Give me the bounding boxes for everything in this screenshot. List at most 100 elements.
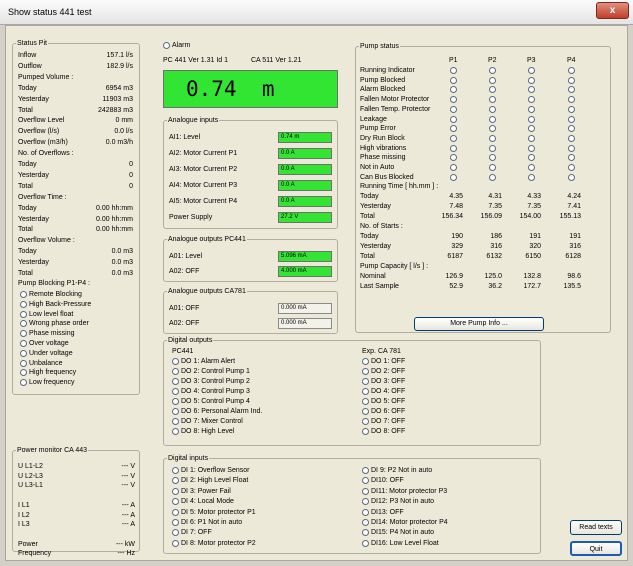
blocking-radio[interactable]: High Back-Pressure [20, 300, 91, 309]
digital-input[interactable]: DI10: OFF [362, 476, 404, 485]
ca-version: CA 511 Ver 1.21 [251, 57, 302, 64]
digital-output-pc[interactable]: DO 4: Control Pump 3 [172, 387, 250, 396]
blocking-radio[interactable]: Wrong phase order [20, 319, 89, 328]
digital-output-ca[interactable]: DO 4: OFF [362, 387, 405, 396]
pump-indicator-radio[interactable] [450, 105, 457, 113]
pump-column-header: P2 [488, 57, 497, 64]
blocking-radio[interactable]: Low level float [20, 310, 73, 319]
digital-input-label: DI12: P3 Not in auto [371, 498, 435, 506]
pump-indicator-radio[interactable] [568, 67, 575, 74]
pump-indicator-radio[interactable] [450, 76, 457, 84]
digital-output-pc[interactable]: DO 2: Control Pump 1 [172, 367, 250, 376]
digital-output-ca[interactable]: DO 7: OFF [362, 417, 405, 426]
digital-output-pc[interactable]: DO 5: Control Pump 4 [172, 397, 250, 406]
pump-indicator-radio[interactable] [489, 76, 496, 84]
pit-row-label: Total [18, 226, 33, 234]
pump-indicator-radio[interactable] [489, 164, 496, 171]
digital-input[interactable]: DI 3: Power Fail [172, 487, 231, 496]
pump-indicator-radio[interactable] [489, 105, 496, 113]
pit-row-label: Yesterday [18, 95, 49, 103]
pump-indicator-radio[interactable] [450, 144, 457, 152]
pump-stat-value: 172.7 [523, 283, 541, 290]
pump-indicator-radio[interactable] [450, 173, 457, 181]
pump-indicator-radio[interactable] [528, 164, 535, 171]
pump-indicator-radio[interactable] [489, 144, 496, 152]
pump-indicator-radio[interactable] [528, 76, 535, 84]
digital-output-pc[interactable]: DO 7: Mixer Control [172, 417, 243, 426]
digital-output-ca[interactable]: DO 6: OFF [362, 407, 405, 416]
digital-input[interactable]: DI 1: Overflow Sensor [172, 466, 249, 475]
digital-output-pc[interactable]: DO 3: Control Pump 2 [172, 377, 250, 386]
alarm-radio[interactable]: Alarm [163, 41, 190, 50]
blocking-radio[interactable]: Phase missing [20, 329, 75, 338]
digital-input[interactable]: DI11: Motor protector P3 [362, 487, 447, 496]
digital-input[interactable]: DI 4: Local Mode [172, 497, 234, 506]
quit-button[interactable]: Quit [570, 541, 622, 556]
digital-input[interactable]: DI 2: High Level Float [172, 476, 248, 485]
digital-output-ca[interactable]: DO 1: OFF [362, 357, 405, 366]
pump-indicator-radio[interactable] [528, 144, 535, 152]
pump-stat-label: Yesterday [360, 203, 391, 210]
pump-indicator-radio[interactable] [568, 144, 575, 152]
pump-indicator-radio[interactable] [568, 76, 575, 84]
pump-indicator-radio[interactable] [528, 67, 535, 74]
digital-output-pc[interactable]: DO 8: High Level [172, 427, 234, 436]
pump-indicator-radio[interactable] [450, 115, 457, 123]
read-texts-button[interactable]: Read texts [570, 520, 622, 535]
digital-output-ca[interactable]: DO 8: OFF [362, 427, 405, 436]
digital-input[interactable]: DI13: OFF [362, 508, 404, 517]
pump-stat-value: 156.34 [441, 213, 463, 220]
digital-input[interactable]: DI 5: Motor protector P1 [172, 508, 256, 517]
digital-input[interactable]: DI 8: Motor protector P2 [172, 539, 256, 548]
pump-column-header: P1 [449, 57, 458, 64]
pump-indicator-radio[interactable] [528, 105, 535, 113]
pump-indicator-radio[interactable] [450, 134, 457, 142]
blocking-radio[interactable]: Remote Blocking [20, 290, 82, 299]
pump-indicator-radio[interactable] [528, 134, 535, 142]
blocking-radio[interactable]: Low frequency [20, 378, 75, 387]
analogue-input-value: 27.2 V [278, 212, 332, 223]
digital-output-pc[interactable]: DO 1: Alarm Alert [172, 357, 235, 366]
pump-indicator-radio[interactable] [528, 115, 535, 123]
blocking-radio[interactable]: Under voltage [20, 349, 73, 358]
power-row-value: --- Hz [117, 550, 136, 558]
pump-indicator-radio[interactable] [450, 164, 457, 171]
pump-indicator-radio[interactable] [568, 105, 575, 113]
digital-input[interactable]: DI14: Motor protector P4 [362, 518, 448, 527]
pump-indicator-radio[interactable] [568, 134, 575, 142]
more-pump-info-button[interactable]: More Pump Info ... [414, 317, 544, 331]
blocking-radio[interactable]: Over voltage [20, 339, 69, 348]
pump-stat-label: No. of Starts : [360, 223, 403, 230]
pump-indicator-radio[interactable] [489, 173, 496, 181]
digital-output-ca[interactable]: DO 3: OFF [362, 377, 405, 386]
pump-stat-value: 6132 [486, 253, 502, 260]
pump-stat-label: Total [360, 253, 375, 260]
pump-indicator-radio[interactable] [489, 115, 496, 123]
close-button[interactable]: x [596, 2, 629, 19]
digital-input[interactable]: DI 6: P1 Not in auto [172, 518, 242, 527]
blocking-label: Remote Blocking [29, 291, 82, 298]
digital-output-pc[interactable]: DO 6: Personal Alarm Ind. [172, 407, 262, 416]
pump-indicator-radio[interactable] [489, 67, 496, 74]
digital-input[interactable]: DI15: P4 Not in auto [362, 528, 434, 537]
pit-row-value: 182.9 l/s [106, 62, 133, 70]
blocking-radio[interactable]: Unbalance [20, 359, 62, 368]
pump-indicator-radio[interactable] [450, 67, 457, 74]
pit-row-value: 0 mm [115, 117, 134, 125]
blocking-radio[interactable]: High frequency [20, 368, 76, 377]
digital-input[interactable]: DI12: P3 Not in auto [362, 497, 434, 506]
digital-input[interactable]: DI16: Low Level Float [362, 539, 439, 548]
digital-input[interactable]: DI 7: OFF [172, 528, 212, 537]
pump-indicator-radio[interactable] [528, 173, 535, 181]
level-display-value: 0.74 m [186, 77, 275, 101]
pump-indicator-label: High vibrations [360, 144, 407, 152]
pump-indicator-radio[interactable] [568, 164, 575, 171]
pump-indicator-label: Running Indicator [360, 67, 415, 74]
pump-indicator-radio[interactable] [568, 173, 575, 181]
power-row-value: --- V [121, 463, 135, 470]
pump-indicator-radio[interactable] [568, 115, 575, 123]
digital-output-ca[interactable]: DO 5: OFF [362, 397, 405, 406]
digital-input[interactable]: DI 9: P2 Not in auto [362, 466, 432, 475]
digital-output-ca[interactable]: DO 2: OFF [362, 367, 405, 376]
pump-indicator-radio[interactable] [489, 134, 496, 142]
